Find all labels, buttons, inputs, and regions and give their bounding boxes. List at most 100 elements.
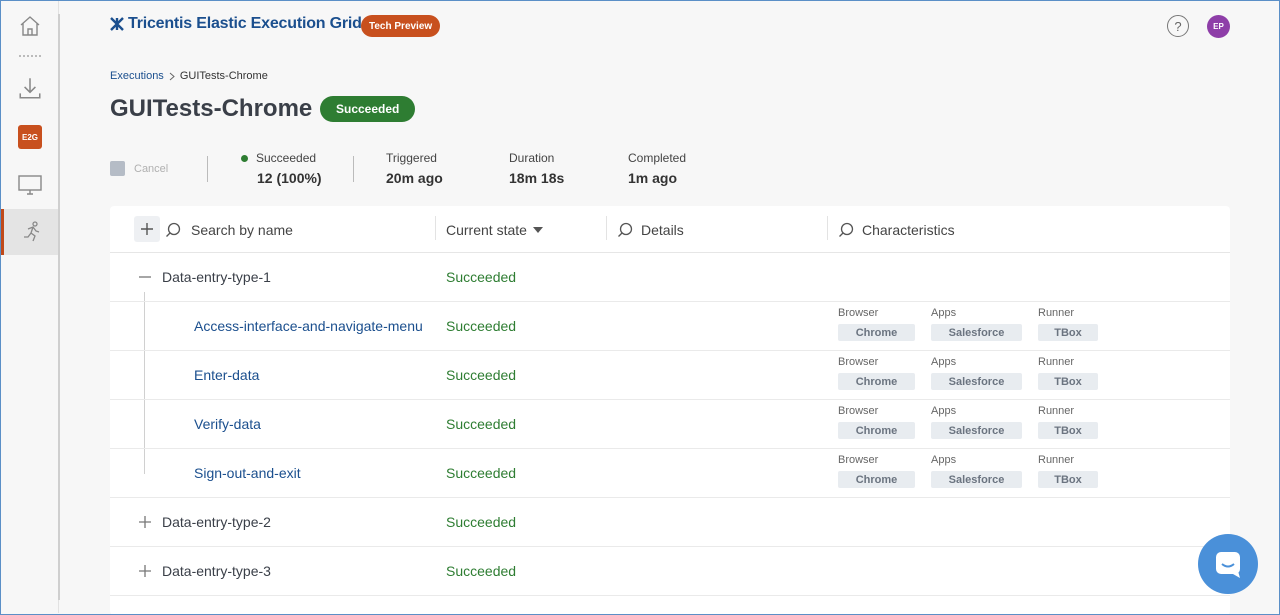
summary-divider [353, 156, 354, 182]
column-current-state-label: Current state [446, 221, 527, 238]
left-nav-rail: E2G [1, 1, 59, 613]
stat-duration-label: Duration [509, 151, 555, 165]
test-name[interactable]: Verify-data [194, 400, 261, 448]
char-browser-value: Chrome [838, 471, 915, 488]
char-browser-key: Browser [838, 356, 879, 368]
success-dot-icon [241, 154, 248, 162]
collapse-toggle[interactable] [138, 270, 152, 284]
char-apps-key: Apps [931, 307, 957, 319]
char-runner-value: TBox [1038, 373, 1098, 390]
search-icon [618, 222, 633, 237]
char-browser-key: Browser [838, 405, 879, 417]
char-runner: Runner TBox [1038, 454, 1098, 488]
char-browser: Browser Chrome [838, 356, 915, 390]
char-browser-value: Chrome [838, 373, 915, 390]
plus-icon [141, 223, 153, 235]
group-name[interactable]: Data-entry-type-2 [162, 498, 271, 546]
runner-icon [23, 221, 39, 242]
char-apps-value: Salesforce [931, 373, 1022, 390]
row-state: Succeeded [446, 367, 517, 383]
expand-toggle[interactable] [138, 564, 152, 578]
stop-icon [110, 161, 125, 176]
row-state: Succeeded [446, 563, 517, 579]
nav-executions[interactable] [1, 209, 59, 255]
search-input[interactable]: Search by name [165, 206, 293, 253]
app-title: Tricentis Elastic Execution Grid [128, 15, 362, 32]
table-row-test[interactable]: Enter-data Succeeded Browser Chrome Apps S… [110, 351, 1230, 400]
breadcrumb-executions[interactable]: Executions [110, 70, 164, 82]
stat-succeeded: Succeeded 12 (100%) [241, 151, 322, 186]
nav-home[interactable] [1, 3, 59, 49]
char-runner-value: TBox [1038, 471, 1098, 488]
char-apps: Apps Salesforce [931, 356, 1022, 390]
column-current-state[interactable]: Current state [446, 206, 543, 253]
e2g-icon: E2G [18, 125, 42, 149]
breadcrumb: Executions GUITests-Chrome [110, 70, 268, 82]
char-browser-key: Browser [838, 307, 879, 319]
char-apps-value: Salesforce [931, 422, 1022, 439]
nav-e2g[interactable]: E2G [1, 114, 59, 160]
expand-toggle[interactable] [138, 515, 152, 529]
minus-icon [139, 276, 151, 278]
table-header: Search by name Current state Details Cha… [110, 206, 1230, 253]
table-row-test[interactable]: Access-interface-and-navigate-menu Succe… [110, 302, 1230, 351]
group-name[interactable]: Data-entry-type-3 [162, 547, 271, 595]
char-runner-key: Runner [1038, 356, 1075, 368]
chat-icon [1216, 552, 1240, 578]
table-row-test[interactable]: Sign-out-and-exit Succeeded Browser Chrom… [110, 449, 1230, 498]
cancel-label: Cancel [134, 162, 169, 175]
column-divider [827, 216, 828, 240]
table-row-group[interactable]: Data-entry-type-3 Succeeded [110, 547, 1230, 596]
plus-icon [139, 516, 151, 528]
stat-succeeded-label: Succeeded [256, 151, 317, 165]
char-apps-key: Apps [931, 356, 957, 368]
nav-downloads[interactable] [1, 65, 59, 111]
row-state: Succeeded [446, 269, 517, 285]
summary-divider [207, 156, 208, 182]
executions-table: Search by name Current state Details Cha… [110, 206, 1230, 615]
stat-triggered-label: Triggered [386, 151, 437, 165]
home-icon [20, 16, 40, 36]
table-row-group[interactable]: Data-entry-type-1 Succeeded [110, 253, 1230, 302]
column-characteristics[interactable]: Characteristics [838, 206, 955, 253]
stat-triggered: Triggered 20m ago [386, 151, 443, 186]
page-title: GUITests-Chrome [110, 95, 313, 122]
char-browser: Browser Chrome [838, 405, 915, 439]
test-name[interactable]: Enter-data [194, 351, 259, 399]
chevron-right-icon [169, 72, 175, 80]
test-name[interactable]: Sign-out-and-exit [194, 449, 301, 497]
char-apps-key: Apps [931, 454, 957, 466]
char-browser-key: Browser [838, 454, 879, 466]
download-icon [19, 78, 41, 99]
search-placeholder: Search by name [191, 221, 293, 238]
stat-triggered-value: 20m ago [386, 170, 443, 186]
char-browser-value: Chrome [838, 422, 915, 439]
column-divider [435, 216, 436, 240]
char-apps-value: Salesforce [931, 324, 1022, 341]
search-icon [166, 222, 181, 237]
table-row-group[interactable]: Data-entry-type-2 Succeeded [110, 498, 1230, 547]
char-browser-value: Chrome [838, 324, 915, 341]
nav-agents[interactable] [1, 162, 59, 208]
test-name[interactable]: Access-interface-and-navigate-menu [194, 302, 423, 350]
stat-completed-value: 1m ago [628, 170, 678, 186]
column-details-label: Details [641, 221, 684, 238]
column-details[interactable]: Details [617, 206, 684, 253]
app-logo[interactable]: Tricentis Elastic Execution Grid [110, 15, 362, 33]
char-apps: Apps Salesforce [931, 405, 1022, 439]
char-runner-value: TBox [1038, 422, 1098, 439]
help-icon[interactable]: ? [1167, 15, 1189, 37]
monitor-icon [18, 175, 42, 195]
expand-all-button[interactable] [134, 216, 160, 242]
char-runner: Runner TBox [1038, 356, 1098, 390]
row-state: Succeeded [446, 514, 517, 530]
caret-down-icon [532, 226, 543, 233]
row-state: Succeeded [446, 318, 517, 334]
group-name[interactable]: Data-entry-type-1 [162, 253, 271, 301]
table-row-test[interactable]: Verify-data Succeeded Browser Chrome Apps… [110, 400, 1230, 449]
cancel-button[interactable]: Cancel [110, 161, 168, 176]
tricentis-logo-icon [110, 17, 124, 31]
char-runner-key: Runner [1038, 405, 1075, 417]
chat-launcher-button[interactable] [1198, 534, 1258, 594]
avatar[interactable]: EP [1207, 15, 1230, 38]
